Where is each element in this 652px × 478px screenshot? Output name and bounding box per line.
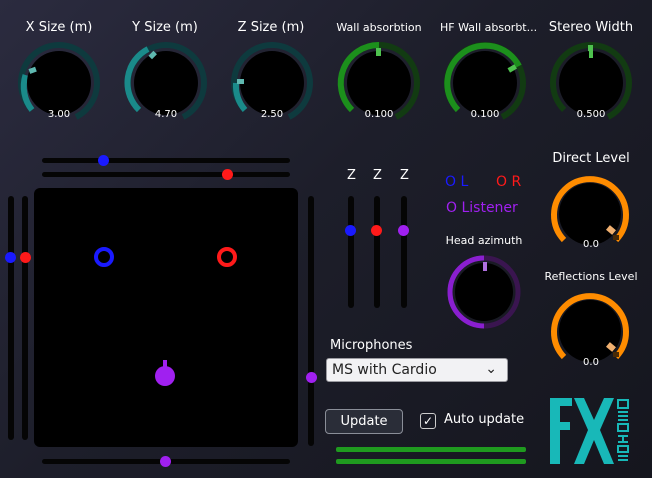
wall-absorption-value: 0.100 (364, 109, 394, 120)
z-size-label: Z Size (m) (237, 20, 305, 35)
checkmark-icon: ✓ (422, 414, 434, 428)
direct-level-label: Direct Level (552, 151, 630, 166)
update-button[interactable]: Update (325, 409, 403, 434)
left-mic-marker[interactable] (94, 247, 114, 267)
top-slider-1-track[interactable] (42, 158, 290, 163)
microphones-select[interactable]: MS with Cardio ⌄ (326, 358, 508, 382)
output-meter-right (336, 459, 526, 464)
bottom-slider-handle[interactable] (160, 456, 171, 467)
hf-wall-absorption-value: 0.100 (470, 109, 500, 120)
microphones-label: Microphones (330, 338, 413, 353)
legend-right: O R (496, 174, 522, 190)
head-azimuth-knob[interactable] (446, 254, 522, 330)
left-slider-1-track[interactable] (8, 196, 14, 440)
head-azimuth-label: Head azimuth (445, 234, 523, 247)
auto-update-label: Auto update (444, 412, 525, 427)
listener-marker[interactable] (155, 366, 175, 386)
top-slider-2-track[interactable] (42, 172, 290, 177)
z-slider-right-handle[interactable] (371, 225, 382, 236)
auto-update-checkbox[interactable]: ✓ (420, 413, 436, 429)
z-slider-listener-track[interactable] (401, 196, 407, 308)
legend-left: O L (445, 174, 469, 190)
z-slider-right-track[interactable] (374, 196, 380, 308)
listener-direction-tick (163, 360, 167, 368)
z-slider-left-track[interactable] (348, 196, 354, 308)
chevron-down-icon: ⌄ (485, 361, 497, 377)
microphones-selected-value: MS with Cardio (332, 362, 437, 378)
reflections-level-label: Reflections Level (544, 270, 638, 283)
x-size-value: 3.00 (47, 109, 71, 120)
stereo-width-value: 0.500 (576, 109, 606, 120)
z-label-listener: Z (400, 168, 409, 183)
right-slider-track[interactable] (308, 196, 314, 446)
legend-listener: O Listener (446, 200, 518, 216)
left-slider-2-handle[interactable] (20, 252, 31, 263)
z-label-right: Z (373, 168, 382, 183)
top-slider-2-handle[interactable] (222, 169, 233, 180)
wall-absorption-label: Wall absorbtion (336, 21, 422, 34)
z-label-left: Z (347, 168, 356, 183)
z-slider-left-handle[interactable] (345, 225, 356, 236)
top-slider-1-handle[interactable] (98, 155, 109, 166)
y-size-value: 4.70 (154, 109, 178, 120)
y-size-label: Y Size (m) (132, 20, 198, 35)
x-size-label: X Size (m) (25, 20, 93, 35)
left-slider-1-handle[interactable] (5, 252, 16, 263)
right-mic-marker[interactable] (217, 247, 237, 267)
z-size-value: 2.50 (260, 109, 284, 120)
right-slider-handle[interactable] (306, 372, 317, 383)
hf-wall-absorption-label: HF Wall absorbt... (440, 21, 538, 34)
left-slider-2-track[interactable] (22, 196, 28, 440)
z-slider-listener-handle[interactable] (398, 225, 409, 236)
output-meter-left (336, 447, 526, 452)
room-xy-pad[interactable] (34, 188, 298, 447)
fx-mechanic-logo (550, 398, 629, 464)
reflections-level-value: 0.0 (583, 357, 599, 368)
stereo-width-label: Stereo Width (548, 20, 634, 35)
direct-level-value: 0.0 (583, 239, 599, 250)
